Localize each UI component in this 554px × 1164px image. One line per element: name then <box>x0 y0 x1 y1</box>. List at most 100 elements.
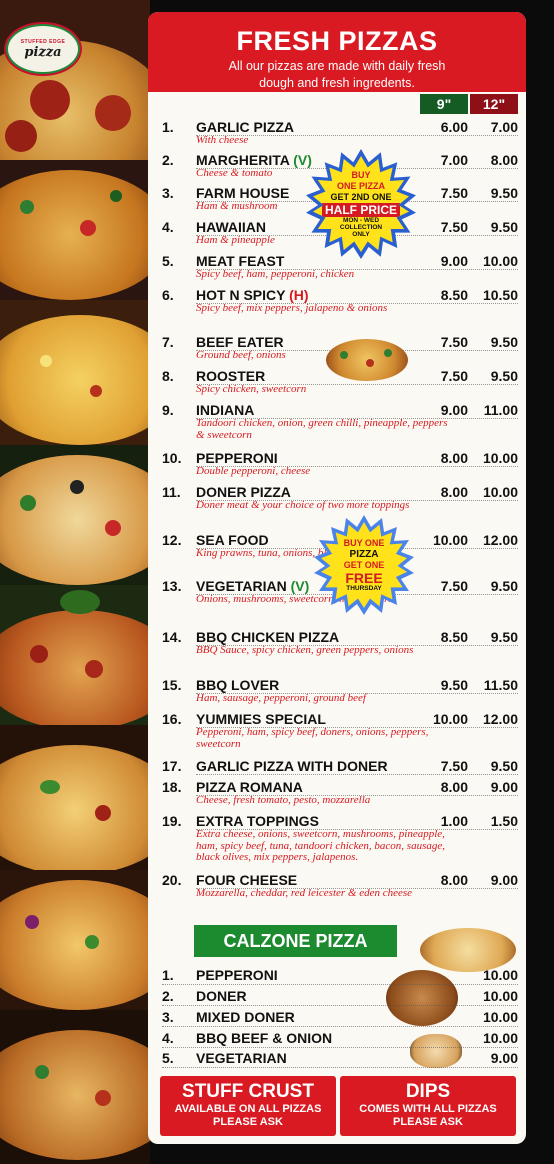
pizza-name-text: MEAT FEAST <box>196 253 285 269</box>
price-12-inch: 10.00 <box>482 253 518 269</box>
calzone-heading: CALZONE PIZZA <box>194 925 397 957</box>
pizza-name-text: YUMMIES SPECIAL <box>196 711 326 727</box>
pizza-name: PEPPERONI <box>196 450 278 466</box>
price-9-inch: 7.50 <box>440 334 468 350</box>
price-9-inch: 9.00 <box>440 253 468 269</box>
pizza-name-text: GARLIC PIZZA <box>196 119 294 135</box>
promo2-line5: THURSDAY <box>346 585 382 592</box>
promo1-line1: BUY <box>351 170 371 180</box>
price-12-inch: 8.00 <box>490 152 518 168</box>
price-12-inch: 9.50 <box>490 758 518 774</box>
pizza-name: PIZZA ROMANA <box>196 779 303 795</box>
pizza-description: With cheese <box>196 134 249 146</box>
pizza-number: 2. <box>162 152 174 168</box>
pizza-name: DONER PIZZA <box>196 484 291 500</box>
pizza-name: ROOSTER <box>196 368 265 384</box>
price-12-inch: 9.50 <box>490 334 518 350</box>
pizza-number: 15. <box>162 677 182 693</box>
dotted-divider <box>196 693 518 694</box>
price-12-inch: 9.00 <box>490 779 518 795</box>
dotted-divider <box>196 466 518 467</box>
menu-subtitle-line1: All our pizzas are made with daily fresh <box>228 59 446 73</box>
menu-header: FRESH PIZZAS All our pizzas are made wit… <box>148 12 526 92</box>
pizza-name-text: EXTRA TOPPINGS <box>196 813 319 829</box>
pizza-number: 19. <box>162 813 182 829</box>
pizza-name-text: VEGETARIAN <box>196 578 287 594</box>
pizza-number: 20. <box>162 872 182 888</box>
price-9-inch: 6.00 <box>440 119 468 135</box>
dotted-divider <box>196 303 518 304</box>
dotted-divider <box>162 984 518 985</box>
menu-title: FRESH PIZZAS <box>236 26 438 56</box>
price-12-inch: 9.50 <box>490 219 518 235</box>
pizza-number: 13. <box>162 578 182 594</box>
pizza-name-text: MARGHERITA <box>196 152 290 168</box>
price-12-inch: 11.50 <box>483 677 518 693</box>
pizza-name-text: HAWAIIAN <box>196 219 266 235</box>
pizza-name-text: PIZZA ROMANA <box>196 779 303 795</box>
price-9-inch: 10.00 <box>432 711 468 727</box>
pizza-name: EXTRA TOPPINGS <box>196 813 319 829</box>
price-9-inch: 9.50 <box>440 677 468 693</box>
pizza-number: 11. <box>162 484 181 500</box>
pizza-description: Spicy beef, ham, pepperoni, chicken <box>196 268 355 280</box>
pizza-name-text: INDIANA <box>196 402 255 418</box>
promo1-line3: GET 2ND ONE <box>330 192 392 202</box>
pizza-name-text: BEEF EATER <box>196 334 284 350</box>
price-9-inch: 8.50 <box>440 629 468 645</box>
pizza-name-text: BBQ LOVER <box>196 677 280 693</box>
dotted-divider <box>196 384 518 385</box>
dotted-divider <box>196 418 518 419</box>
pizza-number: 18. <box>162 779 182 795</box>
calzone-name: BBQ BEEF & ONION <box>196 1030 333 1046</box>
dotted-divider <box>162 1067 518 1068</box>
promo1-line4: HALF PRICE <box>322 203 400 217</box>
pizza-tag: (H) <box>289 287 309 303</box>
pizza-description: Spicy beef, mix peppers, jalapeno & onio… <box>196 302 388 314</box>
dotted-divider <box>196 829 518 830</box>
price-12-inch: 12.00 <box>482 532 518 548</box>
calzone-plate-image <box>386 970 458 1026</box>
pizza-description: Extra cheese, onions, sweetcorn, mushroo… <box>196 828 445 863</box>
pizza-name: FARM HOUSE <box>196 185 289 201</box>
pizza-description: Spicy chicken, sweetcorn <box>196 383 307 395</box>
price-9-inch: 8.50 <box>440 287 468 303</box>
pizza-description: Onions, mushrooms, sweetcorn, mix pepper… <box>196 593 393 605</box>
price-9-inch: 8.00 <box>440 872 468 888</box>
pizza-name: VEGETARIAN (V) <box>196 578 309 594</box>
dotted-divider <box>196 269 518 270</box>
price-12-inch: 9.00 <box>490 872 518 888</box>
pizza-photo-1 <box>0 0 150 160</box>
promo1-line6: COLLECTION <box>339 224 383 231</box>
pizza-description: Cheese, fresh tomato, pesto, mozzarella <box>196 794 371 806</box>
pizza-number: 6. <box>162 287 174 303</box>
stuff-crust-line1: AVAILABLE ON ALL PIZZAS <box>174 1103 322 1115</box>
beef-eater-pizza-image <box>326 339 408 381</box>
price-9-inch: 7.00 <box>440 152 468 168</box>
calzone-number: 3. <box>162 1009 174 1025</box>
calzone-price: 9.00 <box>490 1050 518 1066</box>
price-9-inch: 10.00 <box>432 532 468 548</box>
pizza-name: GARLIC PIZZA <box>196 119 294 135</box>
calzone-name: PEPPERONI <box>196 967 278 983</box>
pizza-number: 10. <box>162 450 182 466</box>
pizza-tag: (V) <box>290 578 310 594</box>
stuff-crust-box: STUFF CRUST AVAILABLE ON ALL PIZZAS PLEA… <box>160 1076 336 1136</box>
photo-strip: STUFFED EDGE pizza <box>0 0 150 1164</box>
pizza-name: SEA FOOD <box>196 532 269 548</box>
dotted-divider <box>196 500 518 501</box>
size-9-header: 9" <box>420 94 468 114</box>
pizza-photo-8 <box>0 1010 150 1164</box>
size-12-header: 12" <box>470 94 518 114</box>
promo1-line2: ONE PIZZA <box>336 181 385 191</box>
dotted-divider <box>196 727 518 728</box>
pizza-name-text: HOT N SPICY <box>196 287 286 303</box>
pizza-name: HOT N SPICY (H) <box>196 287 309 303</box>
dips-title: DIPS <box>405 1081 451 1102</box>
pizza-name-text: PEPPERONI <box>196 450 278 466</box>
calzone-price: 10.00 <box>482 967 518 983</box>
price-9-inch: 1.00 <box>440 813 468 829</box>
pizza-number: 5. <box>162 253 174 269</box>
pizza-number: 4. <box>162 219 174 235</box>
calzone-number: 2. <box>162 988 174 1004</box>
